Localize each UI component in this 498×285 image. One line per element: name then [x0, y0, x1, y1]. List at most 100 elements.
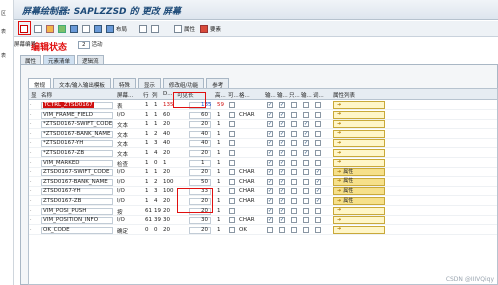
output-checkbox[interactable]: ✓	[279, 140, 285, 147]
attribute-list-button[interactable]: ➜ 属性	[333, 187, 385, 196]
input-checkbox[interactable]: ✓	[267, 169, 273, 176]
input-checkbox[interactable]: ✓	[267, 121, 273, 128]
input-required-checkbox[interactable]: ✓	[303, 140, 309, 147]
test-button[interactable]	[58, 24, 66, 34]
dict-ref-checkbox[interactable]: ✓	[315, 178, 321, 185]
attribute-list-button[interactable]: ➜	[333, 216, 385, 225]
column-header[interactable]: 输...	[301, 91, 312, 99]
input-required-checkbox[interactable]: ✓	[303, 130, 309, 137]
input-required-checkbox[interactable]	[303, 207, 309, 214]
row-selector[interactable]: ·	[30, 169, 38, 177]
attribute-list-button[interactable]: ➜	[333, 139, 385, 148]
attribute-list-button[interactable]: ➜	[333, 120, 385, 129]
column-header[interactable]: 屏幕...	[117, 91, 133, 99]
row-selector[interactable]: ·	[30, 131, 38, 139]
scrollable-checkbox[interactable]	[229, 102, 235, 108]
output-only-checkbox[interactable]	[291, 150, 297, 156]
layout-button[interactable]: 布局	[106, 24, 127, 34]
attribute-list-button[interactable]: ➜	[333, 206, 385, 215]
scrollable-checkbox[interactable]	[229, 150, 235, 156]
input-checkbox[interactable]: ✓	[267, 150, 273, 156]
output-checkbox[interactable]: ✓	[279, 130, 285, 137]
scrollable-checkbox[interactable]	[229, 130, 235, 137]
table-row[interactable]: · TCTRL_ZTSD0167 表 1 1 135 135 59 ✓ ✓ ➜	[29, 101, 497, 110]
display-object-button[interactable]	[94, 24, 102, 34]
column-header[interactable]: 输...	[277, 91, 288, 99]
input-checkbox[interactable]: ✓	[267, 207, 273, 214]
grid-button[interactable]	[139, 24, 147, 34]
input-checkbox[interactable]: ✓	[267, 111, 273, 118]
output-only-checkbox[interactable]	[291, 121, 297, 128]
input-checkbox[interactable]: ✓	[267, 102, 273, 108]
output-checkbox[interactable]: ✓	[279, 198, 285, 204]
output-checkbox[interactable]: ✓	[279, 102, 285, 108]
scrollable-checkbox[interactable]	[229, 188, 235, 195]
output-only-checkbox[interactable]	[291, 188, 297, 195]
scrollable-checkbox[interactable]	[229, 226, 235, 233]
row-selector[interactable]: ·	[30, 227, 38, 235]
output-checkbox[interactable]: ✓	[279, 159, 285, 166]
output-checkbox[interactable]: ✓	[279, 111, 285, 118]
output-only-checkbox[interactable]	[291, 217, 297, 224]
attribute-list-button[interactable]: ➜	[333, 158, 385, 167]
output-checkbox[interactable]: ✓	[279, 207, 285, 214]
dict-ref-checkbox[interactable]	[315, 140, 321, 147]
output-checkbox[interactable]: ✓	[279, 169, 285, 176]
more-button[interactable]	[151, 24, 159, 34]
input-checkbox[interactable]: ✓	[267, 217, 273, 224]
output-only-checkbox[interactable]	[291, 169, 297, 176]
table-row[interactable]: · ZTSD0167-SWIFT_CODE I/O 1 1 20 20 1 CHAR ✓ ✓ ✓ ➜ 属性	[29, 168, 497, 178]
output-only-checkbox[interactable]	[291, 178, 297, 185]
scrollable-checkbox[interactable]	[229, 207, 235, 214]
dict-ref-checkbox[interactable]	[315, 207, 321, 214]
dict-ref-checkbox[interactable]	[315, 102, 321, 108]
row-selector[interactable]: ·	[30, 140, 38, 148]
dict-ref-checkbox[interactable]	[315, 159, 321, 166]
row-selector[interactable]: ·	[30, 121, 38, 129]
input-checkbox[interactable]: ✓	[267, 198, 273, 204]
column-header[interactable]: D...	[163, 91, 172, 97]
output-checkbox[interactable]: ✓	[279, 217, 285, 224]
input-checkbox[interactable]: ✓	[267, 178, 273, 185]
attribute-list-button[interactable]: ➜	[333, 110, 385, 119]
output-only-checkbox[interactable]	[291, 207, 297, 214]
attribute-list-button[interactable]: ➜	[333, 101, 385, 109]
input-required-checkbox[interactable]	[303, 217, 309, 224]
attribute-list-button[interactable]: ➜	[333, 225, 385, 234]
output-only-checkbox[interactable]	[291, 159, 297, 166]
dict-ref-checkbox[interactable]: ✓	[315, 198, 321, 204]
scrollable-checkbox[interactable]	[229, 169, 235, 176]
dict-ref-checkbox[interactable]	[315, 217, 321, 224]
column-header[interactable]: 显	[31, 91, 37, 99]
column-header[interactable]: 只...	[289, 91, 300, 99]
column-header[interactable]: 名称	[41, 91, 52, 99]
column-header[interactable]: 可...	[228, 91, 239, 99]
scrollable-checkbox[interactable]	[229, 121, 235, 128]
copy-button[interactable]	[34, 24, 42, 34]
output-only-checkbox[interactable]	[291, 130, 297, 137]
input-checkbox[interactable]	[267, 226, 273, 233]
attribute-list-button[interactable]: ➜ 属性	[333, 197, 385, 205]
output-checkbox[interactable]: ✓	[279, 150, 285, 156]
input-checkbox[interactable]: ✓	[267, 159, 273, 166]
attribute-list-button[interactable]: ➜ 属性	[333, 168, 385, 177]
table-row[interactable]: · ZTSD0167-YH I/O 1 3 100 33 1 CHAR ✓ ✓ ✓ ➜ 属性	[29, 187, 497, 197]
visible-length-box[interactable]	[189, 159, 211, 167]
attribute-list-button[interactable]: ➜	[333, 149, 385, 157]
output-only-checkbox[interactable]	[291, 198, 297, 204]
input-required-checkbox[interactable]	[303, 111, 309, 118]
scrollable-checkbox[interactable]	[229, 217, 235, 224]
dict-ref-checkbox[interactable]: ✓	[315, 169, 321, 176]
scrollable-checkbox[interactable]	[229, 198, 235, 204]
column-header[interactable]: 属性列表	[333, 91, 355, 99]
column-header[interactable]: 列	[152, 91, 158, 99]
column-header[interactable]: 词...	[313, 91, 324, 99]
row-selector[interactable]: ·	[30, 179, 38, 187]
input-required-checkbox[interactable]	[303, 169, 309, 176]
screen-number-field[interactable]: 2	[77, 40, 90, 49]
row-selector[interactable]: ·	[30, 150, 38, 158]
table-row[interactable]: · VIM_MARKED 检查 1 0 1 1 1 ✓ ✓ ➜	[29, 158, 497, 168]
input-required-checkbox[interactable]	[303, 178, 309, 185]
row-selector[interactable]: ·	[30, 160, 38, 168]
row-selector[interactable]: ·	[30, 112, 38, 120]
